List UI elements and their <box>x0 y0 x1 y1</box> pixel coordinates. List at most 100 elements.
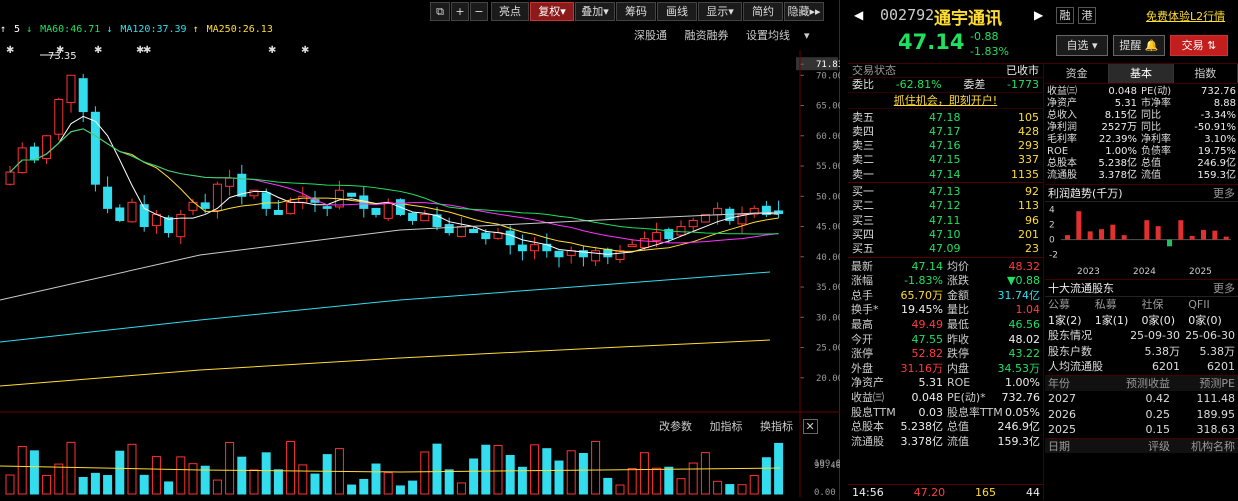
holder-count: 1家(1) <box>1094 313 1129 327</box>
edit-params-link[interactable]: 改参数 <box>659 420 692 433</box>
fin-key: 同比 <box>1141 110 1161 121</box>
candle-body <box>225 177 235 187</box>
event-marker-icon[interactable]: ✱ <box>268 45 276 56</box>
trade-status-value: 已收市 <box>1006 64 1039 77</box>
candle-body <box>5 171 15 185</box>
candle-body <box>371 207 381 215</box>
price-axis-label: 35.00 <box>816 283 840 293</box>
volume-bar <box>103 475 113 495</box>
forecast-year: 2027 <box>1048 392 1076 405</box>
l2-promo-link[interactable]: 免费体验L2行情 <box>1146 8 1225 24</box>
ask-level[interactable]: 卖四 47.17 428 <box>848 125 1043 139</box>
open-account-link[interactable]: 抓住机会，即刻开户! <box>848 93 1043 109</box>
bid-level[interactable]: 买二 47.12 113 <box>848 199 1043 213</box>
switch-indicator-link[interactable]: 换指标 <box>760 420 793 433</box>
candle-body <box>639 238 649 249</box>
volume-bar <box>347 484 357 495</box>
level-label: 卖四 <box>852 124 874 138</box>
level-volume: 1135 <box>1011 167 1039 181</box>
tab-0[interactable]: 资金 <box>1045 64 1110 83</box>
candle-body <box>408 212 418 221</box>
ask-level[interactable]: 卖二 47.15 337 <box>848 153 1043 167</box>
profit-bar <box>1201 229 1206 240</box>
quote-key: 总值 <box>947 420 969 434</box>
fin-row: 净资产 5.31 市净率 8.88 <box>1045 98 1238 110</box>
candle-body <box>688 219 698 228</box>
price-axis-label: 70.00 <box>816 71 840 81</box>
price-axis-label: 25.00 <box>816 344 840 354</box>
bid-level[interactable]: 买五 47.09 23 <box>848 242 1043 256</box>
fin-row: 收益㈢ 0.048 PE(动) 732.76 <box>1045 86 1238 98</box>
forecast-rows: 2027 0.42 111.48 2026 0.25 189.95 2025 0.15 318.… <box>1045 391 1238 438</box>
fin-value: 5.31 <box>1114 98 1137 109</box>
candle-body <box>481 232 491 240</box>
volume-axis-label: 0.00 <box>814 488 836 498</box>
fin-value: 5.238亿 <box>1098 158 1137 169</box>
close-icon[interactable]: ✕ <box>802 419 818 434</box>
holder-count: 0家(0) <box>1141 313 1176 327</box>
volume-bar <box>432 443 442 495</box>
ma20-line <box>9 128 779 244</box>
volume-bar <box>664 466 674 495</box>
fin-row: 净利润 2527万 同比 -50.91% <box>1045 122 1238 134</box>
profit-more-link[interactable]: 更多 <box>1213 185 1235 201</box>
trade-button[interactable]: 交易 ⇅ <box>1170 35 1228 56</box>
quote-row: 今开 47.55 昨收 48.02 <box>848 333 1043 348</box>
price-axis-label: 60.00 <box>816 132 840 142</box>
level-label: 卖三 <box>852 139 874 153</box>
fin-value: -3.34% <box>1200 110 1236 121</box>
fin-row: 总收入 8.15亿 同比 -3.34% <box>1045 110 1238 122</box>
ask-level[interactable]: 卖三 47.16 293 <box>848 139 1043 153</box>
fin-value: 19.75% <box>1197 146 1236 157</box>
add-indicator-link[interactable]: 加指标 <box>710 420 743 433</box>
bid-level[interactable]: 买三 47.11 96 <box>848 214 1043 228</box>
ma5-line <box>9 115 779 255</box>
event-marker-icon[interactable]: ✱ <box>6 45 14 56</box>
volume-bar <box>688 462 698 495</box>
candle-body <box>103 186 113 209</box>
level-volume: 201 <box>1018 227 1039 241</box>
kline-chart-panel[interactable]: ⧉ + − 亮点 复权▾ 叠加▾ 筹码 画线 显示▾ 简约 隐藏▸▸ ↑ 5 ↓ MA… <box>0 0 840 500</box>
volume-bar <box>761 457 771 495</box>
event-marker-icon[interactable]: ✱ <box>301 45 309 56</box>
price-axis-label: 40.00 <box>816 253 840 263</box>
candle-body <box>591 250 601 262</box>
level-price: 47.14 <box>929 167 961 181</box>
tab-1[interactable]: 基本 <box>1109 64 1174 83</box>
tab-2[interactable]: 指数 <box>1174 64 1238 83</box>
fin-key: 市净率 <box>1141 98 1171 109</box>
fin-value: 3.10% <box>1204 134 1236 145</box>
event-marker-icon[interactable]: ✱ <box>94 45 102 56</box>
holders-more-link[interactable]: 更多 <box>1213 280 1235 296</box>
bid-level[interactable]: 买一 47.13 92 <box>848 185 1043 199</box>
quote-key: 涨停 <box>851 347 873 361</box>
nav-right-icon[interactable]: ▶ <box>1034 8 1043 22</box>
quote-side-panel: ◀ 002792 通宇通讯 ▶ 融 港 免费体验L2行情 47.14 -0.88… <box>848 0 1238 500</box>
nav-left-icon[interactable]: ◀ <box>854 8 863 22</box>
quote-value: 0.048 <box>911 390 944 404</box>
alert-label: 提醒 <box>1119 39 1142 52</box>
level-label: 卖五 <box>852 110 874 124</box>
profit-bar <box>1065 235 1070 240</box>
bid-level[interactable]: 买四 47.10 201 <box>848 228 1043 242</box>
ask-level[interactable]: 卖一 47.14 1135 <box>848 168 1043 182</box>
ask-level[interactable]: 卖五 47.18 105 <box>848 111 1043 125</box>
quote-key: ROE <box>947 376 971 390</box>
candle-body <box>444 224 454 234</box>
watchlist-button[interactable]: 自选 ▾ <box>1056 35 1108 56</box>
price-change: -0.88 <box>970 30 999 43</box>
fin-value: 2527万 <box>1101 122 1137 133</box>
quote-value: 0.05% <box>1005 405 1040 419</box>
level-price: 47.15 <box>929 153 961 167</box>
price-axis-label: 65.00 <box>816 102 840 112</box>
profit-ylabel: 2 <box>1049 221 1055 231</box>
level-price: 47.16 <box>929 139 961 153</box>
event-marker-icon[interactable]: ✱ <box>56 45 64 56</box>
volume-bar <box>554 460 564 495</box>
alert-button[interactable]: 提醒 🔔 <box>1113 35 1165 56</box>
volume-bar <box>737 484 747 495</box>
event-marker-icon[interactable]: ✱ <box>143 45 151 56</box>
volume-bar <box>164 481 174 495</box>
volume-bar <box>151 456 161 495</box>
volume-bar <box>542 448 552 495</box>
